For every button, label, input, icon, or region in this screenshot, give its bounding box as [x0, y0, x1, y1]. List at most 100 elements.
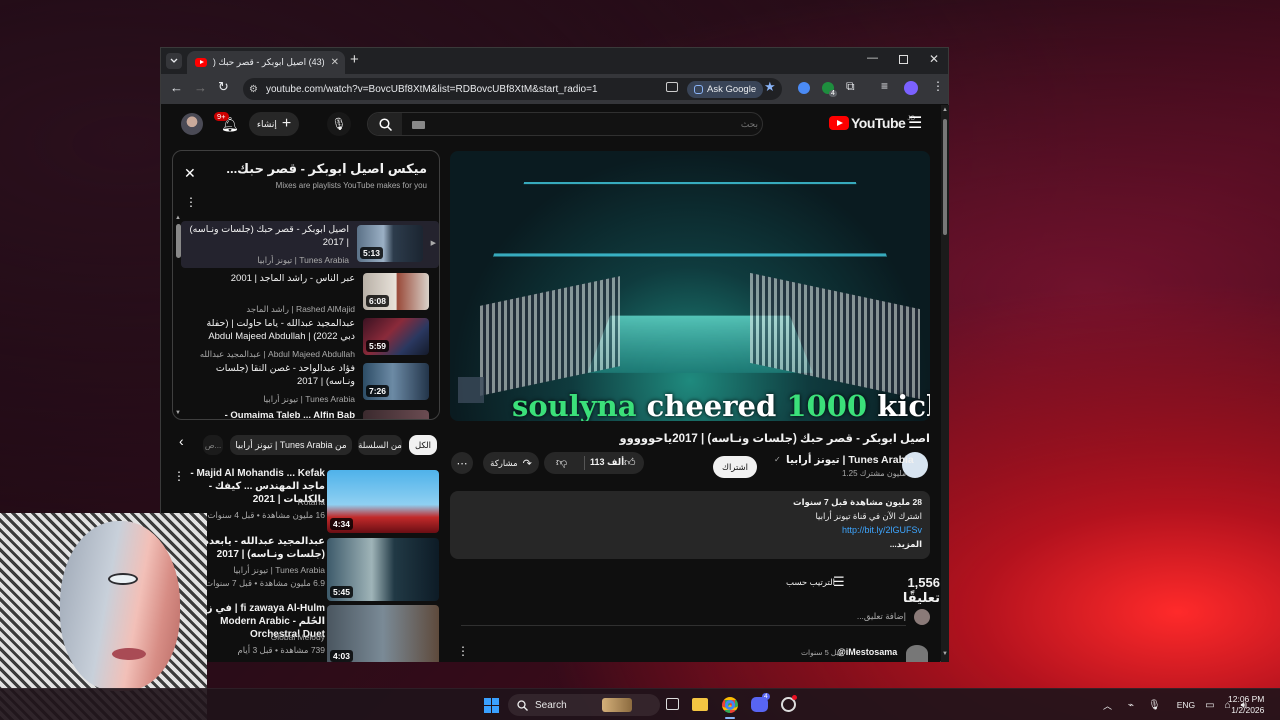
- verified-icon: ✓: [774, 455, 781, 464]
- playlist-item-3[interactable]: 5:59 عبدالمجيد عبدالله - ياما حاولت | (ح…: [181, 315, 435, 362]
- playlist-scroll-up[interactable]: ▲: [175, 215, 181, 221]
- extension-shield-icon[interactable]: [798, 82, 810, 94]
- description-more[interactable]: ...المزيد: [890, 539, 922, 550]
- page-scrollbar[interactable]: ▲ ▼: [941, 105, 949, 662]
- playlist-item-title: اصيل ابوبكر - قصر حبك (جلسات ونـاسه) | 2…: [189, 224, 349, 248]
- share-label: مشاركة: [490, 457, 518, 468]
- add-comment-input[interactable]: إضافة تعليق...: [461, 611, 906, 626]
- subscribe-button[interactable]: اشتراك: [713, 456, 757, 478]
- playlist-item-4[interactable]: 7:26 فؤاد عبدالواحد - غصن النقا (جلسات و…: [181, 360, 435, 407]
- task-view-icon[interactable]: [666, 698, 679, 710]
- chip-channel[interactable]: من Tunes Arabia | تيونز أرابيا: [230, 435, 352, 455]
- search-icon: [378, 117, 392, 131]
- mic-icon[interactable]: 🎙︎: [1148, 700, 1161, 711]
- google-lens-icon: [694, 85, 703, 94]
- channel-watermark: [458, 377, 484, 403]
- chip-series[interactable]: من السلسلة: [358, 435, 402, 455]
- now-playing-icon: ▶: [430, 240, 436, 247]
- like-divider: [584, 456, 585, 470]
- profile-icon[interactable]: [904, 81, 918, 95]
- minimize-button[interactable]: —: [867, 52, 878, 64]
- playlist-item-title: عبر الناس - راشد الماجد | 2001: [230, 273, 355, 284]
- sort-button[interactable]: الترتيب حسب: [786, 577, 835, 588]
- webcam-lips: [112, 648, 146, 660]
- create-button[interactable]: إنشاء +: [249, 112, 299, 136]
- playlist-item-channel: Tunes Arabia | تيونز أرابيا: [263, 394, 355, 404]
- media-controls-icon[interactable]: ≡: [881, 79, 888, 93]
- description-box[interactable]: 28 مليون مشاهدة قبل 7 سنوات اشترك الآن ف…: [450, 491, 930, 559]
- reload-icon[interactable]: ↻: [218, 79, 229, 95]
- description-link[interactable]: http://bit.ly/2lGUFSv: [842, 525, 922, 535]
- start-windows-icon[interactable]: [484, 698, 499, 713]
- share-button[interactable]: مشاركة ↷: [483, 452, 539, 474]
- tab-search-icon[interactable]: [166, 53, 182, 69]
- create-label: إنشاء: [256, 118, 277, 129]
- playlist-thumb-1: 5:13: [357, 225, 423, 262]
- page-scrollbar-thumb[interactable]: [943, 119, 947, 235]
- ask-google-button[interactable]: Ask Google: [687, 81, 764, 98]
- video-title: اصيل ابوبكر - قصر حبك (جلسات ونـاسه) | 2…: [619, 433, 930, 445]
- like-icon[interactable]: 👍︎: [624, 456, 636, 469]
- playlist-item-2[interactable]: 6:08 عبر الناس - راشد الماجد | 2001 Rash…: [181, 270, 435, 317]
- back-icon[interactable]: ←: [170, 80, 183, 95]
- file-explorer-icon[interactable]: [692, 698, 708, 711]
- chat-overlay: soulyna cheered 1000 kicks!: [512, 389, 930, 421]
- overlay-count: 1000: [786, 389, 868, 421]
- playlist-item-1[interactable]: ▶ 5:13 اصيل ابوبكر - قصر حبك (جلسات ونـا…: [181, 221, 439, 268]
- scroll-up-icon[interactable]: ▲: [942, 107, 948, 113]
- search-input[interactable]: [432, 115, 758, 133]
- keyboard-icon[interactable]: [412, 121, 425, 129]
- taskbar: Search 4 ︿ ⌁ 🎙︎ ENG ▭ ⌂ 🔊︎ 12:06 PM 1/2/…: [0, 688, 1280, 720]
- tab-youtube[interactable]: (43) اصيل ابوبكر - قصر حبك (جل... ✕: [187, 51, 345, 74]
- playlist-panel: ميكس اصيل ابوبكر - قصر حبك... Mixes are …: [172, 150, 440, 420]
- chip-partial[interactable]: ص...: [203, 435, 223, 455]
- clock[interactable]: 12:06 PM 1/2/2026: [1228, 694, 1264, 716]
- comment-avatar: [914, 609, 930, 625]
- duration-badge: 7:26: [366, 385, 390, 397]
- extensions-puzzle-icon[interactable]: ⧉: [846, 79, 855, 94]
- stage-lights: [493, 182, 887, 257]
- browser-menu-icon[interactable]: ⋮: [932, 79, 944, 93]
- wifi-off-icon[interactable]: ⌁: [1128, 700, 1134, 711]
- comment-more-icon[interactable]: ⋮: [457, 644, 469, 658]
- chip-all[interactable]: الكل: [409, 435, 437, 455]
- overlay-username: soulyna: [512, 389, 637, 421]
- youtube-logo[interactable]: YouTube JO: [829, 115, 915, 131]
- forward-icon[interactable]: →: [194, 80, 207, 95]
- guide-menu-icon[interactable]: ☰: [908, 113, 922, 133]
- close-window-button[interactable]: ✕: [929, 52, 939, 66]
- system-tray: ︿ ⌁ 🎙︎ ENG ▭ ⌂ 🔊︎: [1103, 689, 1247, 720]
- dislike-icon[interactable]: 👎︎: [556, 456, 567, 469]
- install-app-icon[interactable]: [666, 82, 678, 92]
- subscribe-label: اشتراك: [721, 461, 749, 472]
- user-avatar[interactable]: [181, 113, 203, 135]
- scroll-down-icon[interactable]: ▼: [942, 651, 948, 657]
- tab-close-icon[interactable]: ✕: [331, 57, 339, 68]
- voice-search-mic-icon[interactable]: 🎙︎: [327, 112, 351, 136]
- chrome-active-indicator: [725, 717, 735, 719]
- new-tab-button[interactable]: +: [350, 51, 359, 68]
- bookmark-star-icon[interactable]: ★: [764, 79, 776, 95]
- maximize-button[interactable]: [899, 55, 908, 64]
- language-indicator[interactable]: ENG: [1177, 700, 1195, 710]
- duration-badge: 4:03: [330, 650, 354, 662]
- overlay-word: cheered: [646, 389, 777, 421]
- chrome-icon[interactable]: [722, 697, 738, 713]
- site-info-icon[interactable]: ⚙: [249, 84, 258, 95]
- tray-overflow-icon[interactable]: ︿: [1103, 699, 1112, 712]
- playlist-more-icon[interactable]: ⋮: [185, 195, 197, 209]
- like-count[interactable]: 113 ألف: [590, 457, 624, 468]
- search-button[interactable]: [368, 113, 402, 135]
- chips-scroll-left-icon[interactable]: ‹: [179, 433, 184, 449]
- channel-name[interactable]: Tunes Arabia | تيونز أرابيا: [786, 454, 914, 466]
- tab-strip: (43) اصيل ابوبكر - قصر حبك (جل... ✕ + — …: [161, 48, 948, 74]
- taskbar-search[interactable]: Search: [508, 694, 660, 716]
- display-icon[interactable]: ▭: [1205, 700, 1214, 711]
- video-player[interactable]: soulyna cheered 1000 kicks!: [450, 151, 930, 421]
- search-bar: [367, 112, 763, 136]
- close-playlist-icon[interactable]: ✕: [184, 165, 196, 182]
- more-actions-button[interactable]: ⋯: [451, 452, 473, 474]
- playlist-item-5[interactable]: Oumaima Taleb ... Alfin Bab -: [181, 407, 435, 419]
- playlist-thumb-5: [363, 410, 429, 419]
- taskbar-search-label: Search: [535, 699, 567, 711]
